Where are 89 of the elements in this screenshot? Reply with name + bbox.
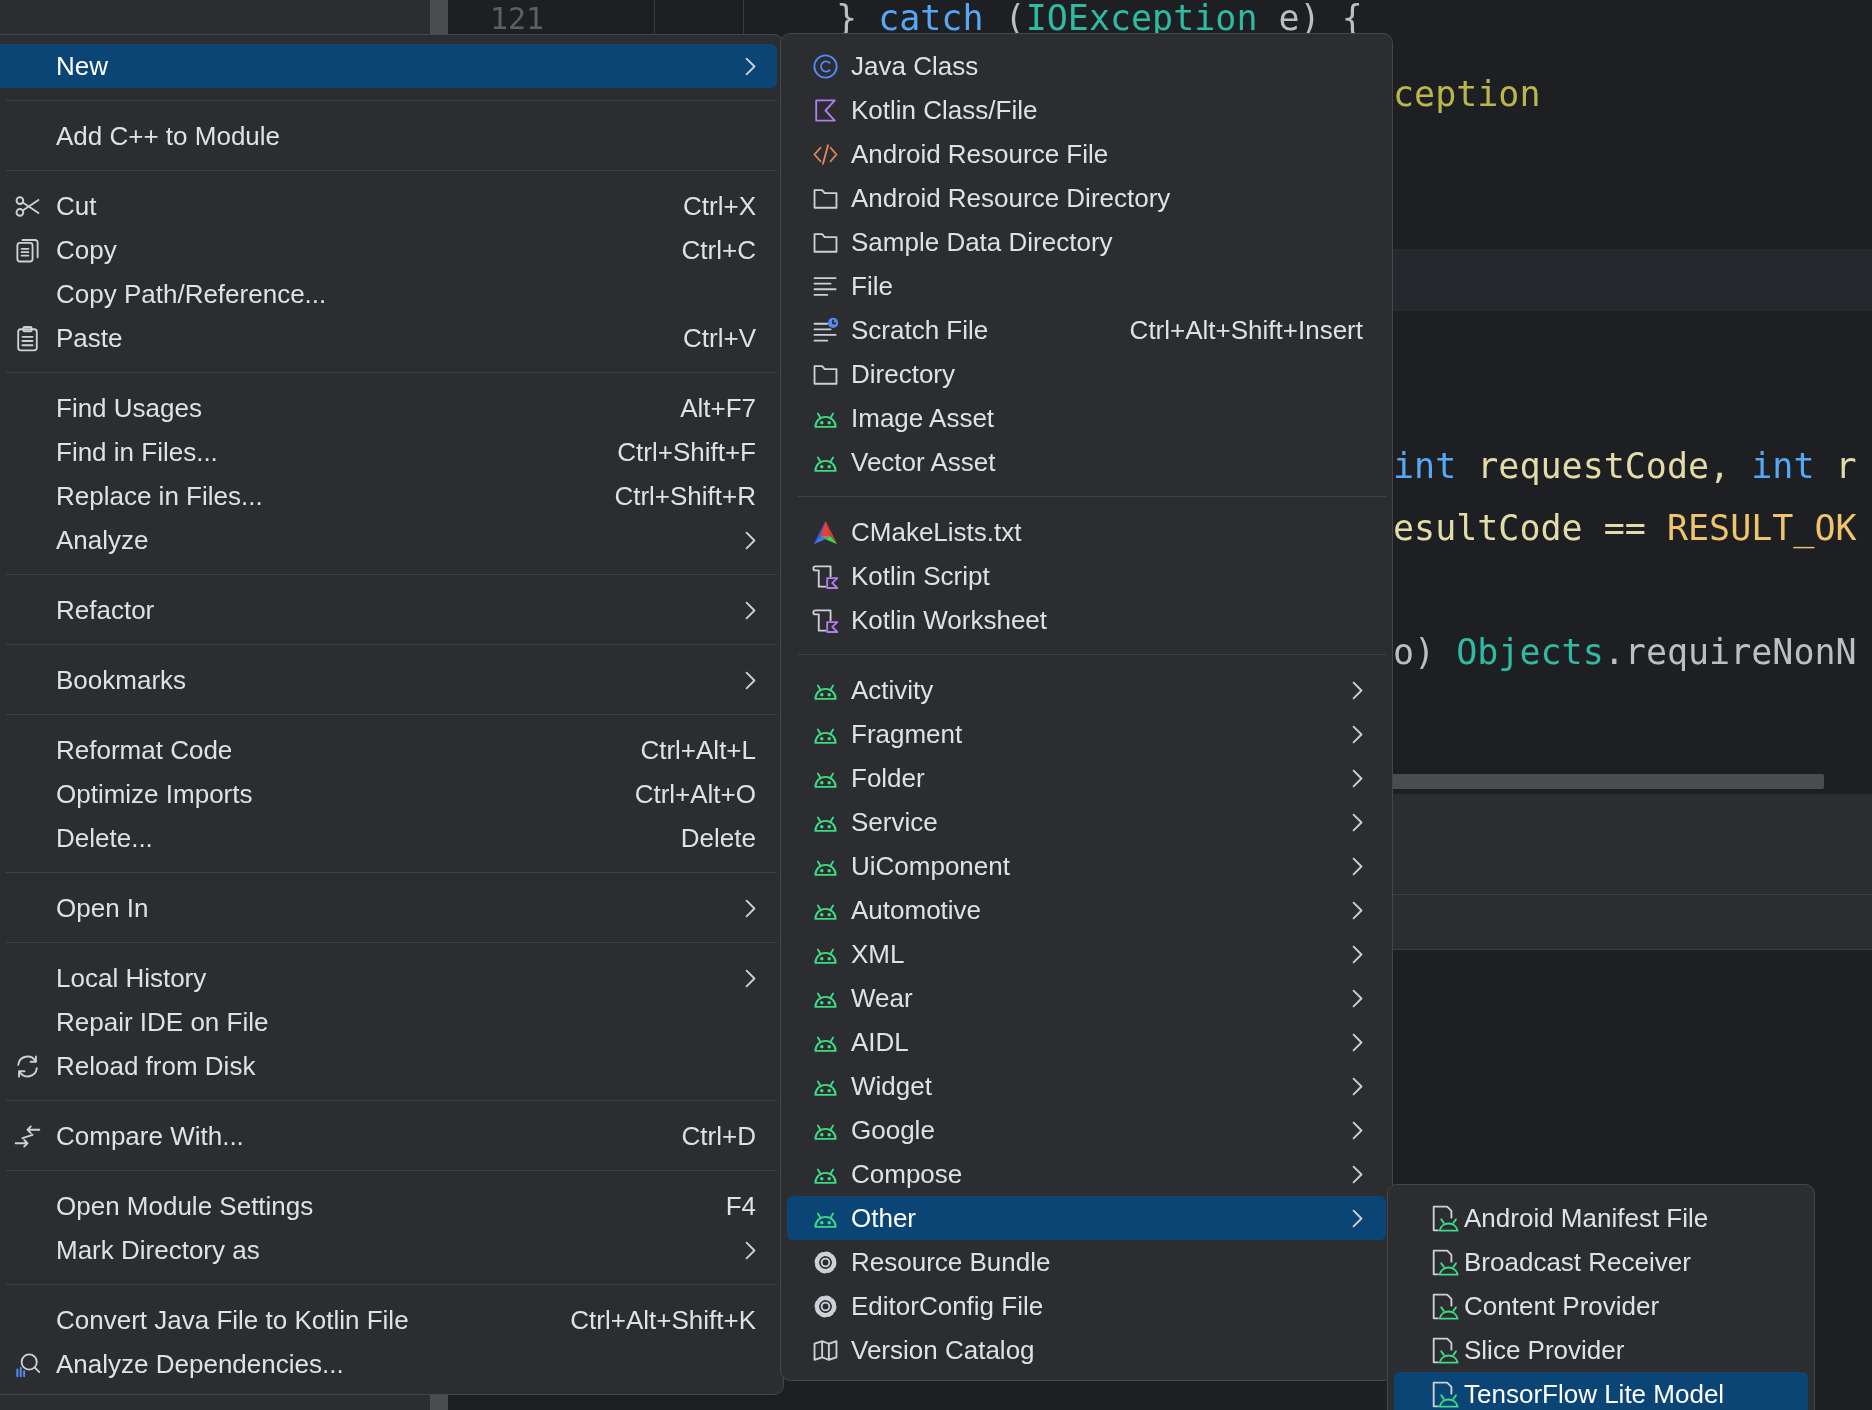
copy-icon [13, 236, 41, 264]
menu-item[interactable]: Slice Provider [1394, 1328, 1808, 1372]
code-line: o) Objects.requireNonN [1393, 632, 1857, 672]
triangle-icon [811, 518, 839, 546]
menu-item[interactable]: Reformat Code Ctrl+Alt+L [0, 728, 777, 772]
file-robot-icon [1431, 1204, 1459, 1232]
menu-item[interactable]: Add C++ to Module [0, 114, 777, 158]
compare-icon [13, 1122, 41, 1150]
file-robot-icon [1431, 1292, 1459, 1320]
menu-item[interactable]: Google [787, 1108, 1386, 1152]
file-robot-icon [1431, 1248, 1459, 1276]
menu-item[interactable]: Activity [787, 668, 1386, 712]
menu-item[interactable]: Replace in Files... Ctrl+Shift+R [0, 474, 777, 518]
menu-item[interactable]: Fragment [787, 712, 1386, 756]
menu-item[interactable]: Folder [787, 756, 1386, 800]
menu-item[interactable]: XML [787, 932, 1386, 976]
menu-item[interactable]: Compose [787, 1152, 1386, 1196]
menu-item[interactable]: Mark Directory as [0, 1228, 777, 1272]
menu-item[interactable]: Widget [787, 1064, 1386, 1108]
menu-item[interactable]: Directory [787, 352, 1386, 396]
menu-item[interactable]: Kotlin Class/File [787, 88, 1386, 132]
c-circle-icon [811, 52, 839, 80]
lines-clock-icon [811, 316, 839, 344]
menu-item[interactable]: AIDL [787, 1020, 1386, 1064]
menu-item[interactable]: Convert Java File to Kotlin File Ctrl+Alt+Shift+K [0, 1298, 777, 1342]
menu-item[interactable]: Vector Asset [787, 440, 1386, 484]
menu-item[interactable]: Java Class [787, 44, 1386, 88]
menu-item[interactable]: Copy Ctrl+C [0, 228, 777, 272]
menu-item[interactable]: Compare With... Ctrl+D [0, 1114, 777, 1158]
menu-item[interactable]: Delete... Delete [0, 816, 777, 860]
shortcut-label: Ctrl+Alt+Shift+K [570, 1304, 756, 1336]
line-number: 121 [490, 0, 545, 36]
menu-item[interactable]: Open Module Settings F4 [0, 1184, 777, 1228]
shortcut-label: F4 [725, 1190, 756, 1222]
menu-item[interactable]: Refactor [0, 588, 777, 632]
shortcut-label: Ctrl+D [681, 1120, 756, 1152]
shortcut-label: Alt+F7 [680, 392, 756, 424]
menu-item[interactable]: Sample Data Directory [787, 220, 1386, 264]
code-line: esultCode == RESULT_OK [1393, 508, 1857, 548]
menu-item[interactable]: CMakeLists.txt [787, 510, 1386, 554]
menu-item[interactable]: Version Catalog [787, 1328, 1386, 1372]
menu-item[interactable]: Paste Ctrl+V [0, 316, 777, 360]
menu-item[interactable]: Analyze [0, 518, 777, 562]
code-line: int requestCode, int r [1393, 446, 1857, 486]
shortcut-label: Ctrl+X [683, 190, 756, 222]
menu-item[interactable]: Local History [0, 956, 777, 1000]
menu-item[interactable]: Service [787, 800, 1386, 844]
shortcut-label: Delete [680, 822, 756, 854]
menu-item[interactable]: Android Resource Directory [787, 176, 1386, 220]
scroll-icon [811, 562, 839, 590]
menu-item[interactable]: File [787, 264, 1386, 308]
menu-item[interactable]: Content Provider [1394, 1284, 1808, 1328]
shortcut-label: Ctrl+Alt+O [634, 778, 756, 810]
menu-item[interactable]: Find Usages Alt+F7 [0, 386, 777, 430]
menu-item[interactable]: Cut Ctrl+X [0, 184, 777, 228]
scroll-icon [811, 606, 839, 634]
menu-item[interactable]: Bookmarks [0, 658, 777, 702]
code-line: ception [1393, 74, 1541, 114]
menu-item[interactable]: New [0, 44, 777, 88]
shortcut-label: Ctrl+Alt+L [640, 734, 756, 766]
menu-item[interactable]: Kotlin Script [787, 554, 1386, 598]
file-robot-icon [1431, 1336, 1459, 1364]
menu-item[interactable]: Scratch File Ctrl+Alt+Shift+Insert [787, 308, 1386, 352]
shortcut-label: Ctrl+C [681, 234, 756, 266]
menu-item[interactable]: Repair IDE on File [0, 1000, 777, 1044]
menu-item[interactable]: Copy Path/Reference... [0, 272, 777, 316]
menu-item[interactable]: UiComponent [787, 844, 1386, 888]
shortcut-label: Ctrl+Alt+Shift+Insert [1129, 314, 1363, 346]
menu-item[interactable]: Image Asset [787, 396, 1386, 440]
menu-item[interactable]: Android Resource File [787, 132, 1386, 176]
menu-item[interactable]: Reload from Disk [0, 1044, 777, 1088]
shortcut-label: Ctrl+Shift+R [614, 480, 756, 512]
shortcut-label: Ctrl+V [683, 322, 756, 354]
menu-item[interactable]: Analyze Dependencies... [0, 1342, 777, 1386]
shortcut-label: Ctrl+Shift+F [617, 436, 756, 468]
menu-item[interactable]: Kotlin Worksheet [787, 598, 1386, 642]
menu-item[interactable]: Wear [787, 976, 1386, 1020]
menu-item[interactable]: Find in Files... Ctrl+Shift+F [0, 430, 777, 474]
menu-item[interactable]: Optimize Imports Ctrl+Alt+O [0, 772, 777, 816]
menu-item[interactable]: Resource Bundle [787, 1240, 1386, 1284]
menu-item[interactable]: Automotive [787, 888, 1386, 932]
menu-item[interactable]: TensorFlow Lite Model [1394, 1372, 1808, 1410]
menu-item[interactable]: Android Manifest File [1394, 1196, 1808, 1240]
menu-item[interactable]: Broadcast Receiver [1394, 1240, 1808, 1284]
menu-item[interactable]: Other [787, 1196, 1386, 1240]
file-robot-icon [1431, 1380, 1459, 1408]
menu-item[interactable]: EditorConfig File [787, 1284, 1386, 1328]
menu-item[interactable]: Open In [0, 886, 777, 930]
magnifier-chart-icon [13, 1350, 41, 1378]
